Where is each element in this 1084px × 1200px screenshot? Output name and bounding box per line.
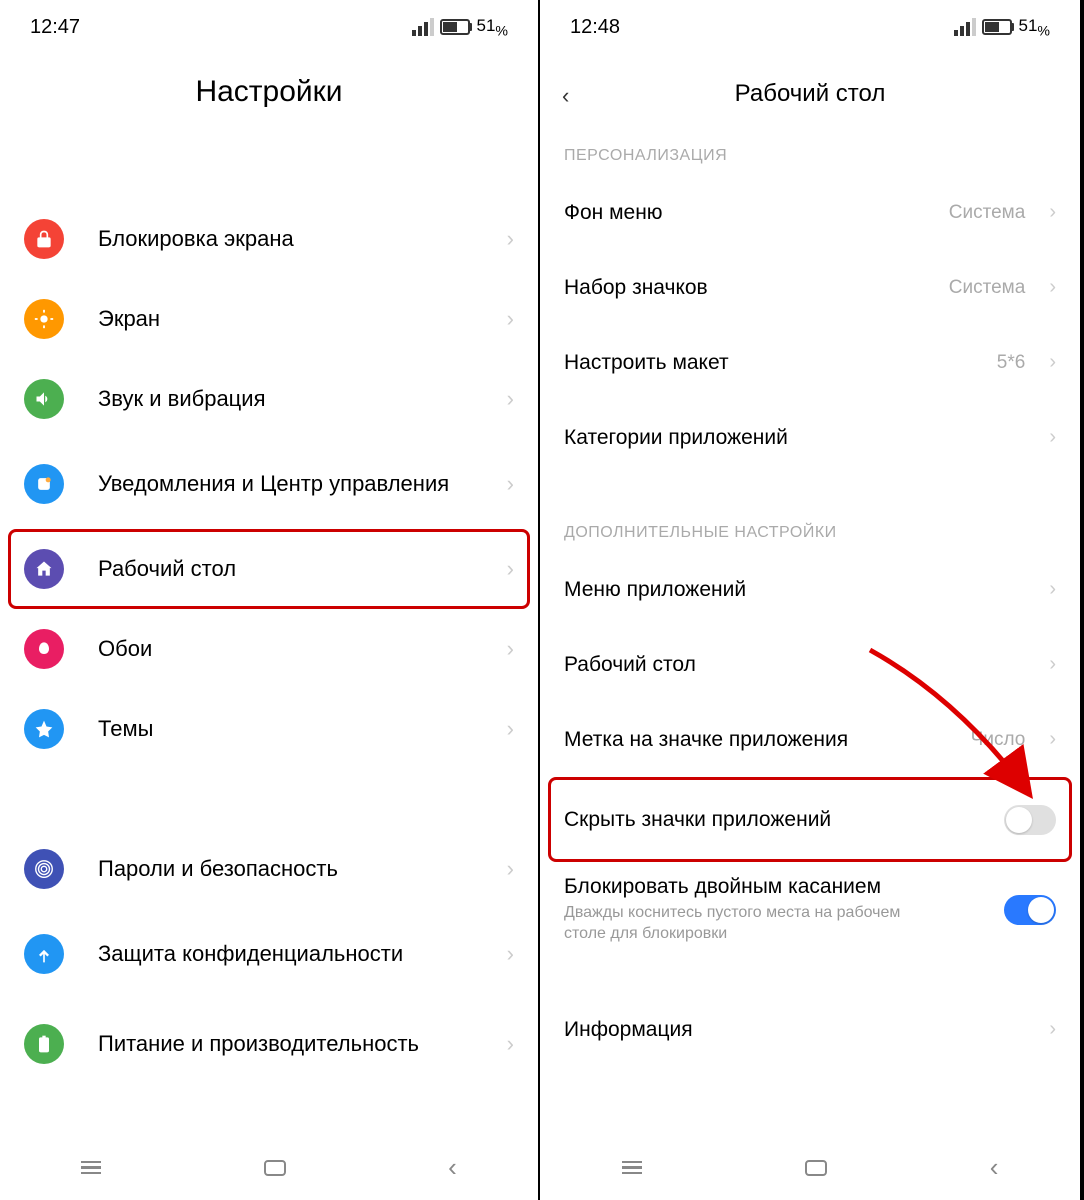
section-additional: ДОПОЛНИТЕЛЬНЫЕ НАСТРОЙКИ <box>540 510 1080 552</box>
settings-row-desktop[interactable]: Рабочий стол › <box>0 529 538 609</box>
nav-home-icon[interactable] <box>264 1160 286 1176</box>
row-desktop[interactable]: Рабочий стол › <box>540 627 1080 702</box>
status-icons: 51% <box>954 16 1050 39</box>
chevron-right-icon: › <box>507 856 514 882</box>
chevron-right-icon: › <box>1049 1018 1056 1041</box>
chevron-right-icon: › <box>1049 276 1056 299</box>
chevron-right-icon: › <box>507 226 514 252</box>
nav-home-icon[interactable] <box>805 1160 827 1176</box>
row-layout[interactable]: Настроить макет 5*6 › <box>540 325 1080 400</box>
settings-screen: 12:47 51% Настройки Блокировка экрана › … <box>0 0 540 1200</box>
chevron-right-icon: › <box>507 716 514 742</box>
row-app-menu[interactable]: Меню приложений › <box>540 552 1080 627</box>
nav-bar: ‹ <box>0 1135 538 1200</box>
settings-row-privacy[interactable]: Защита конфиденциальности › <box>0 909 538 999</box>
section-personalization: ПЕРСОНАЛИЗАЦИЯ <box>540 133 1080 175</box>
chevron-right-icon: › <box>1049 426 1056 449</box>
row-app-categories[interactable]: Категории приложений › <box>540 400 1080 475</box>
fingerprint-icon <box>24 849 64 889</box>
settings-row-sound[interactable]: Звук и вибрация › <box>0 359 538 439</box>
status-bar: 12:48 51% <box>540 0 1080 55</box>
speaker-icon <box>24 379 64 419</box>
status-bar: 12:47 51% <box>0 0 538 55</box>
chevron-right-icon: › <box>1049 653 1056 676</box>
settings-row-passwords[interactable]: Пароли и безопасность › <box>0 829 538 909</box>
battery-row-icon <box>24 1024 64 1064</box>
sun-icon <box>24 299 64 339</box>
double-tap-lock-toggle[interactable] <box>1004 895 1056 925</box>
nav-menu-icon[interactable] <box>622 1161 642 1175</box>
back-button[interactable]: ‹ <box>562 83 569 109</box>
settings-row-battery[interactable]: Питание и производительность › <box>0 999 538 1089</box>
settings-row-themes[interactable]: Темы › <box>0 689 538 769</box>
row-hide-icons[interactable]: Скрыть значки приложений <box>540 777 1080 862</box>
page-title: Настройки <box>0 55 538 139</box>
nav-back-icon[interactable]: ‹ <box>990 1152 999 1183</box>
signal-icon <box>954 18 976 36</box>
nav-back-icon[interactable]: ‹ <box>448 1152 457 1183</box>
nav-menu-icon[interactable] <box>81 1161 101 1175</box>
notification-icon <box>24 464 64 504</box>
desktop-settings-screen: 12:48 51% ‹ Рабочий стол ПЕРСОНАЛИЗАЦИЯ … <box>540 0 1080 1200</box>
chevron-right-icon: › <box>507 386 514 412</box>
hand-icon <box>24 934 64 974</box>
chevron-right-icon: › <box>507 306 514 332</box>
chevron-right-icon: › <box>507 556 514 582</box>
status-time: 12:47 <box>30 16 80 39</box>
chevron-right-icon: › <box>1049 578 1056 601</box>
row-menu-background[interactable]: Фон меню Система › <box>540 175 1080 250</box>
hide-icons-toggle[interactable] <box>1004 805 1056 835</box>
theme-icon <box>24 709 64 749</box>
nav-bar: ‹ <box>540 1135 1080 1200</box>
settings-row-notifications[interactable]: Уведомления и Центр управления › <box>0 439 538 529</box>
settings-row-wallpaper[interactable]: Обои › <box>0 609 538 689</box>
settings-row-display[interactable]: Экран › <box>0 279 538 359</box>
chevron-right-icon: › <box>507 1031 514 1057</box>
signal-icon <box>412 18 434 36</box>
row-double-tap-lock[interactable]: Блокировать двойным касанием Дважды косн… <box>540 862 1080 957</box>
chevron-right-icon: › <box>507 471 514 497</box>
lock-icon <box>24 219 64 259</box>
page-title: ‹ Рабочий стол <box>540 55 1080 133</box>
chevron-right-icon: › <box>1049 351 1056 374</box>
chevron-right-icon: › <box>1049 201 1056 224</box>
battery-icon <box>982 19 1012 35</box>
row-icon-set[interactable]: Набор значков Система › <box>540 250 1080 325</box>
chevron-right-icon: › <box>507 636 514 662</box>
settings-list: Блокировка экрана › Экран › Звук и вибра… <box>0 199 538 1089</box>
row-app-badge[interactable]: Метка на значке приложения Число › <box>540 702 1080 777</box>
wallpaper-icon <box>24 629 64 669</box>
chevron-right-icon: › <box>1049 728 1056 751</box>
home-icon <box>24 549 64 589</box>
chevron-right-icon: › <box>507 941 514 967</box>
settings-row-lock-screen[interactable]: Блокировка экрана › <box>0 199 538 279</box>
status-time: 12:48 <box>570 16 620 39</box>
battery-icon <box>440 19 470 35</box>
row-info[interactable]: Информация › <box>540 992 1080 1067</box>
status-icons: 51% <box>412 16 508 39</box>
